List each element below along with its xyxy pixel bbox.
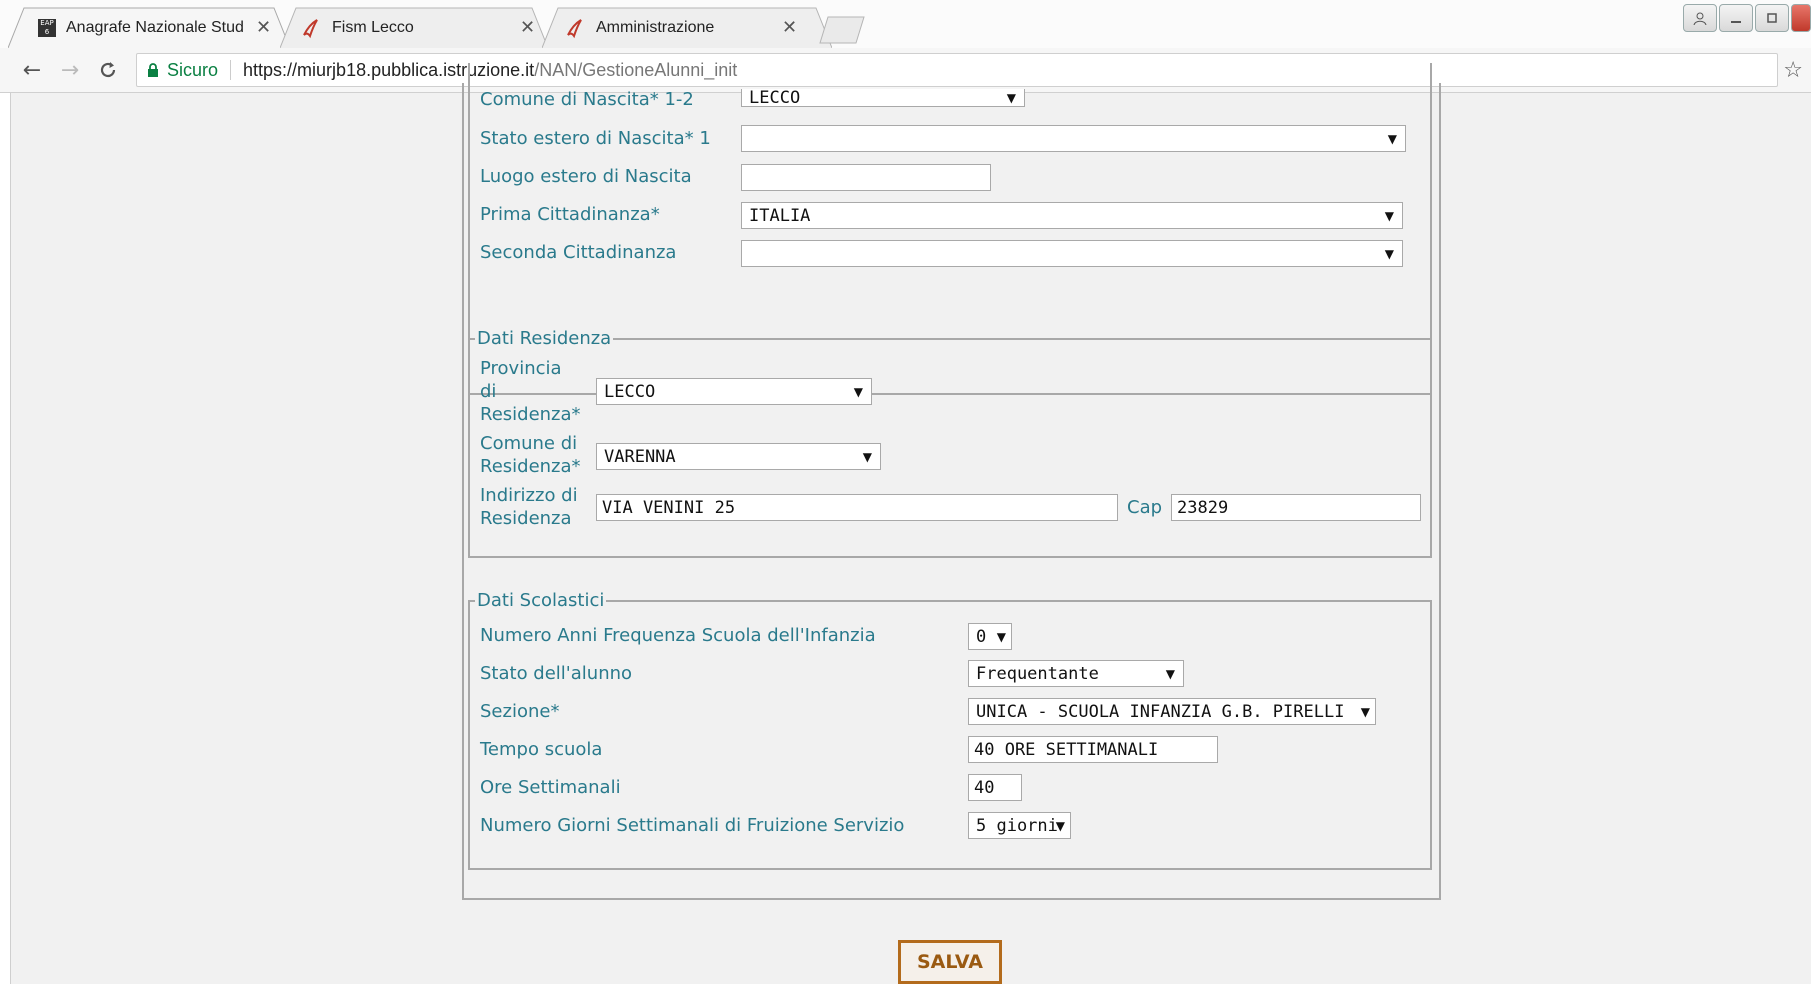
close-icon[interactable]: ✕ [520,17,535,38]
pdf-icon [567,18,582,38]
indirizzo-label-line1: Indirizzo di [480,485,578,506]
dropdown-arrow-icon: ▼ [1384,208,1394,223]
stato-estero-select[interactable]: ▼ [741,125,1406,152]
stato-estero-label: Stato estero di Nascita* 1 [480,128,711,149]
divider [230,60,232,80]
dropdown-arrow-icon: ▼ [996,629,1006,644]
maximize-icon[interactable] [1755,4,1789,32]
secure-label: Sicuro [167,59,219,80]
provincia-label-line3: Residenza* [480,404,581,425]
new-tab-button[interactable] [818,16,866,44]
browser-tab-strip: EAP 6 Anagrafe Nazionale Stud ✕ Fism Lecc… [0,0,1811,48]
provincia-label-line2: di [480,381,497,402]
select-value: Frequentante [976,663,1099,684]
giorni-fruizione-select[interactable]: 5 giorni ▼ [968,812,1071,839]
provincia-residenza-select[interactable]: LECCO ▼ [596,378,872,405]
seconda-cittadinanza-select[interactable]: ▼ [741,240,1403,267]
select-value: 0 [976,626,987,647]
close-window-icon[interactable] [1791,4,1811,32]
provincia-label-line1: Provincia [480,358,562,379]
select-value: 5 giorni [976,815,1058,836]
pdf-icon [303,18,318,38]
ore-settimanali-label: Ore Settimanali [480,777,621,798]
prima-cittadinanza-select[interactable]: ITALIA ▼ [741,202,1403,229]
anni-infanzia-select[interactable]: 0 ▼ [968,623,1012,650]
prima-cittadinanza-label: Prima Cittadinanza* [480,204,660,225]
luogo-estero-input[interactable] [741,164,991,191]
reload-icon[interactable] [94,56,122,84]
lock-icon [148,63,158,77]
minimize-icon[interactable] [1719,4,1753,32]
dropdown-arrow-icon: ▼ [862,449,872,464]
indirizzo-label-line2: Residenza [480,508,572,529]
forward-arrow-icon[interactable]: → [56,56,84,84]
dropdown-arrow-icon: ▼ [1165,666,1175,681]
tab-title: Fism Lecco [332,18,414,36]
comune-nascita-select[interactable]: LECCO ▼ [741,87,1025,108]
select-value: VARENNA [604,446,676,467]
select-value: ITALIA [749,205,811,226]
ore-settimanali-input[interactable]: 40 [968,774,1022,801]
indirizzo-residenza-input[interactable]: VIA VENINI 25 [596,494,1118,521]
dropdown-arrow-icon: ▼ [1360,704,1370,719]
comune-nascita-label: Comune di Nascita* 1-2 [480,89,694,110]
comune-residenza-label-line2: Residenza* [480,456,581,477]
giorni-fruizione-label: Numero Giorni Settimanali di Fruizione S… [480,815,905,836]
comune-residenza-label-line1: Comune di [480,433,578,454]
dropdown-arrow-icon: ▼ [853,384,863,399]
page-content: Comune di Nascita* 1-2 LECCO ▼ Stato est… [0,63,1811,984]
eap-favicon-icon: EAP 6 [38,18,56,37]
comune-residenza-select[interactable]: VARENNA ▼ [596,443,881,470]
close-icon[interactable]: ✕ [256,17,271,38]
sezione-select[interactable]: UNICA - SCUOLA INFANZIA G.B. PIRELLI ▼ [968,698,1376,725]
anni-infanzia-label: Numero Anni Frequenza Scuola dell'Infanz… [480,625,876,646]
save-button[interactable]: SALVA [898,940,1002,984]
tab-fism-lecco[interactable]: Fism Lecco ✕ [280,7,548,48]
page-left-edge [0,93,11,984]
select-value: LECCO [749,87,801,108]
dropdown-arrow-icon: ▼ [1006,90,1016,105]
select-value: UNICA - SCUOLA INFANZIA G.B. PIRELLI [976,701,1345,722]
tempo-scuola-label: Tempo scuola [480,739,603,760]
sezione-label: Sezione* [480,701,560,722]
tempo-scuola-input[interactable]: 40 ORE SETTIMANALI [968,736,1218,763]
back-arrow-icon[interactable]: ← [18,56,46,84]
user-icon[interactable] [1683,4,1717,32]
dropdown-arrow-icon: ▼ [1055,818,1065,833]
window-controls [1683,4,1811,32]
cap-input[interactable]: 23829 [1171,494,1421,521]
bookmark-star-icon[interactable]: ☆ [1783,58,1803,83]
scolastici-legend: Dati Scolastici [475,589,607,612]
select-value: LECCO [604,381,656,402]
tab-anagrafe[interactable]: EAP 6 Anagrafe Nazionale Stud ✕ [8,7,290,48]
stato-alunno-label: Stato dell'alunno [480,663,633,684]
seconda-cittadinanza-label: Seconda Cittadinanza [480,242,677,263]
luogo-estero-label: Luogo estero di Nascita [480,166,692,187]
tab-title: Anagrafe Nazionale Stud [66,18,244,36]
close-icon[interactable]: ✕ [782,17,797,38]
dropdown-arrow-icon: ▼ [1384,246,1394,261]
tab-title: Amministrazione [596,18,715,36]
dropdown-arrow-icon: ▼ [1387,131,1397,146]
cap-label: Cap [1127,497,1163,518]
tab-amministrazione[interactable]: Amministrazione ✕ [542,7,832,48]
residenza-legend: Dati Residenza [475,327,614,350]
stato-alunno-select[interactable]: Frequentante ▼ [968,660,1184,687]
